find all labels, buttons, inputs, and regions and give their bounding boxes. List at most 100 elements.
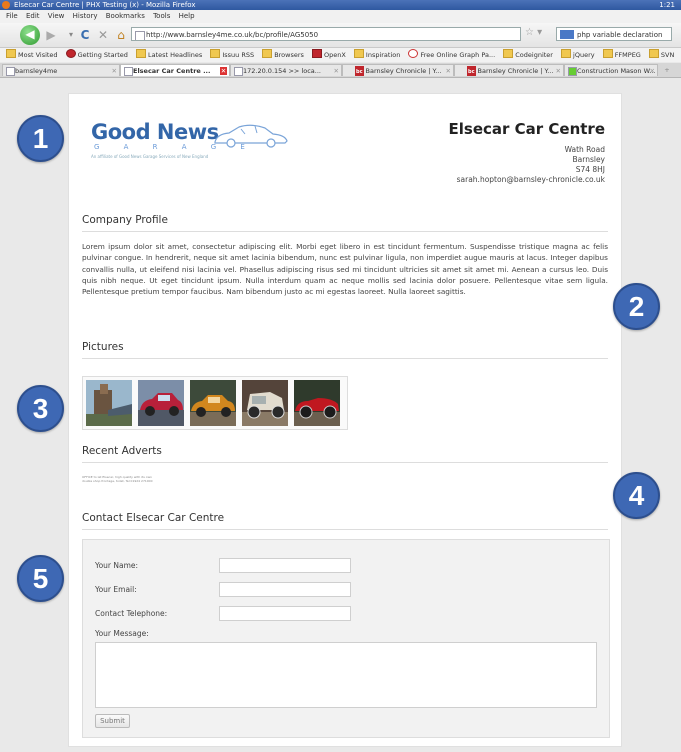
bookmark-item[interactable]: FFMPEG bbox=[602, 48, 641, 62]
bookmark-label: Browsers bbox=[274, 51, 304, 59]
folder-icon bbox=[353, 49, 364, 58]
callout-2: 2 bbox=[613, 283, 660, 330]
gallery-thumbnail-red-car[interactable] bbox=[138, 380, 184, 426]
bookmark-item[interactable]: jQuery bbox=[561, 48, 595, 62]
tab-label: Elsecar Car Centre ... bbox=[133, 67, 211, 75]
tab-close-icon[interactable]: ✕ bbox=[556, 65, 561, 76]
bookmarks-toolbar: Most Visited Getting Started Latest Head… bbox=[0, 48, 681, 62]
company-profile-text: Lorem ipsum dolor sit amet, consectetur … bbox=[82, 242, 608, 297]
name-label: Your Name: bbox=[95, 561, 139, 570]
address-street: Wath Road bbox=[564, 145, 605, 154]
bookmark-item[interactable]: OpenX bbox=[312, 48, 346, 62]
bookmark-label: Latest Headlines bbox=[147, 51, 203, 59]
tab-local-server[interactable]: 172.20.0.154 >> loca... ✕ bbox=[230, 64, 342, 76]
url-text: http://www.barnsley4me.co.uk/bc/profile/… bbox=[146, 31, 319, 39]
gallery-thumbnail-building[interactable] bbox=[86, 380, 132, 426]
logo-tagline: An affiliate of Good News Garage Service… bbox=[91, 154, 209, 159]
address-email[interactable]: sarah.hopton@barnsley-chronicle.co.uk bbox=[457, 175, 605, 185]
bookmark-item[interactable]: Codeigniter bbox=[503, 48, 553, 62]
tab-label: Construction Mason W... bbox=[577, 67, 656, 75]
tab-label: barnsley4me bbox=[15, 67, 58, 75]
bookmark-item[interactable]: Latest Headlines bbox=[135, 48, 203, 62]
bookmark-label: Codeigniter bbox=[515, 51, 553, 59]
bookmark-item[interactable]: Issuu RSS bbox=[210, 48, 254, 62]
bookmark-item[interactable]: Getting Started bbox=[65, 48, 128, 62]
menu-view[interactable]: View bbox=[48, 10, 65, 23]
advert-snippet[interactable]: OFFICE to let Elsecar, high quality with… bbox=[82, 475, 162, 483]
menu-file[interactable]: File bbox=[6, 10, 18, 23]
tab-close-icon[interactable]: ✕ bbox=[446, 65, 451, 76]
url-bar[interactable]: http://www.barnsley4me.co.uk/bc/profile/… bbox=[131, 27, 521, 41]
folder-icon bbox=[262, 49, 273, 58]
phone-input[interactable] bbox=[219, 606, 351, 621]
home-icon[interactable]: ⌂ bbox=[112, 26, 130, 44]
menu-edit[interactable]: Edit bbox=[26, 10, 40, 23]
tab-barnsley-chronicle-1[interactable]: bc Barnsley Chronicle | Y... ✕ bbox=[342, 64, 454, 76]
bc-logo-icon: bc bbox=[467, 66, 476, 76]
message-label: Your Message: bbox=[95, 629, 149, 638]
menu-tools[interactable]: Tools bbox=[153, 10, 170, 23]
menu-bar: File Edit View History Bookmarks Tools H… bbox=[0, 10, 681, 23]
menu-history[interactable]: History bbox=[73, 10, 98, 23]
tab-elsecar-car-centre[interactable]: Elsecar Car Centre ... ✕ bbox=[120, 64, 230, 76]
tab-close-icon[interactable]: ✕ bbox=[112, 65, 117, 76]
bookmark-item[interactable]: Inspiration bbox=[353, 48, 401, 62]
menu-help[interactable]: Help bbox=[179, 10, 195, 23]
tab-construction-mason[interactable]: Construction Mason W... ✕ bbox=[564, 64, 658, 76]
navigation-toolbar: ◀ ▶ ▾ C ✕ ⌂ http://www.barnsley4me.co.uk… bbox=[0, 23, 681, 48]
bookmark-label: OpenX bbox=[324, 51, 346, 59]
gallery-thumbnail-orange-car[interactable] bbox=[190, 380, 236, 426]
window-title-right: 1:21 bbox=[659, 1, 675, 9]
search-engine-icon[interactable] bbox=[560, 30, 574, 39]
pictures-heading: Pictures bbox=[82, 341, 608, 359]
folder-icon bbox=[602, 49, 613, 58]
window-title: Elsecar Car Centre | PHX Testing (x) - M… bbox=[14, 1, 196, 9]
search-box[interactable]: php variable declaration bbox=[556, 27, 672, 41]
back-button[interactable]: ◀ bbox=[20, 25, 40, 45]
menu-bookmarks[interactable]: Bookmarks bbox=[106, 10, 145, 23]
tab-favicon-icon bbox=[234, 67, 243, 76]
bookmark-item[interactable]: Browsers bbox=[262, 48, 304, 62]
good-news-garage-logo[interactable]: Good News G A R A G E An affiliate of Go… bbox=[91, 120, 301, 160]
callout-5: 5 bbox=[17, 555, 64, 602]
bc-logo-icon: bc bbox=[355, 66, 364, 76]
stop-icon[interactable]: ✕ bbox=[94, 26, 112, 44]
email-input[interactable] bbox=[219, 582, 351, 597]
message-textarea[interactable] bbox=[95, 642, 597, 708]
bookmark-item[interactable]: Most Visited bbox=[6, 48, 58, 62]
bookmark-label: Inspiration bbox=[365, 51, 401, 59]
bookmark-label: Issuu RSS bbox=[222, 51, 255, 59]
gallery-thumbnail-red-roadster[interactable] bbox=[294, 380, 340, 426]
new-tab-button[interactable]: + bbox=[660, 64, 674, 76]
tab-close-icon[interactable]: ✕ bbox=[650, 65, 655, 76]
folder-icon bbox=[561, 49, 572, 58]
reload-icon[interactable]: C bbox=[76, 26, 94, 44]
tab-barnsley4me[interactable]: barnsley4me ✕ bbox=[2, 64, 120, 76]
tab-close-icon[interactable]: ✕ bbox=[334, 65, 339, 76]
bookmark-label: Most Visited bbox=[18, 51, 58, 59]
callout-1: 1 bbox=[17, 115, 64, 162]
folder-icon bbox=[6, 49, 16, 58]
company-profile-heading: Company Profile bbox=[82, 214, 608, 232]
tab-favicon-icon bbox=[6, 67, 15, 76]
tab-barnsley-chronicle-2[interactable]: bc Barnsley Chronicle | Y... ✕ bbox=[454, 64, 564, 76]
openx-icon bbox=[312, 49, 322, 58]
bookmark-star-icon[interactable]: ☆ ▾ bbox=[525, 27, 542, 38]
bookmark-label: Free Online Graph Pa... bbox=[420, 51, 496, 59]
folder-icon bbox=[648, 49, 659, 58]
bookmark-item[interactable]: SVN bbox=[648, 48, 674, 62]
business-address: Wath Road Barnsley S74 8HJ sarah.hopton@… bbox=[457, 145, 605, 185]
bookmark-label: FFMPEG bbox=[614, 51, 641, 59]
submit-button[interactable]: Submit bbox=[95, 714, 130, 728]
profile-page: Good News G A R A G E An affiliate of Go… bbox=[68, 93, 622, 747]
tab-label: Barnsley Chronicle | Y... bbox=[365, 67, 442, 75]
name-input[interactable] bbox=[219, 558, 351, 573]
search-text: php variable declaration bbox=[577, 31, 663, 39]
forward-button[interactable]: ▶ bbox=[42, 26, 60, 44]
bookmark-item[interactable]: Free Online Graph Pa... bbox=[408, 48, 495, 62]
tab-close-icon[interactable]: ✕ bbox=[220, 67, 227, 75]
gallery-thumbnail-vintage-car[interactable] bbox=[242, 380, 288, 426]
tab-favicon-icon bbox=[568, 67, 577, 76]
bookmark-label: Getting Started bbox=[77, 51, 128, 59]
recent-adverts-heading: Recent Adverts bbox=[82, 445, 608, 463]
